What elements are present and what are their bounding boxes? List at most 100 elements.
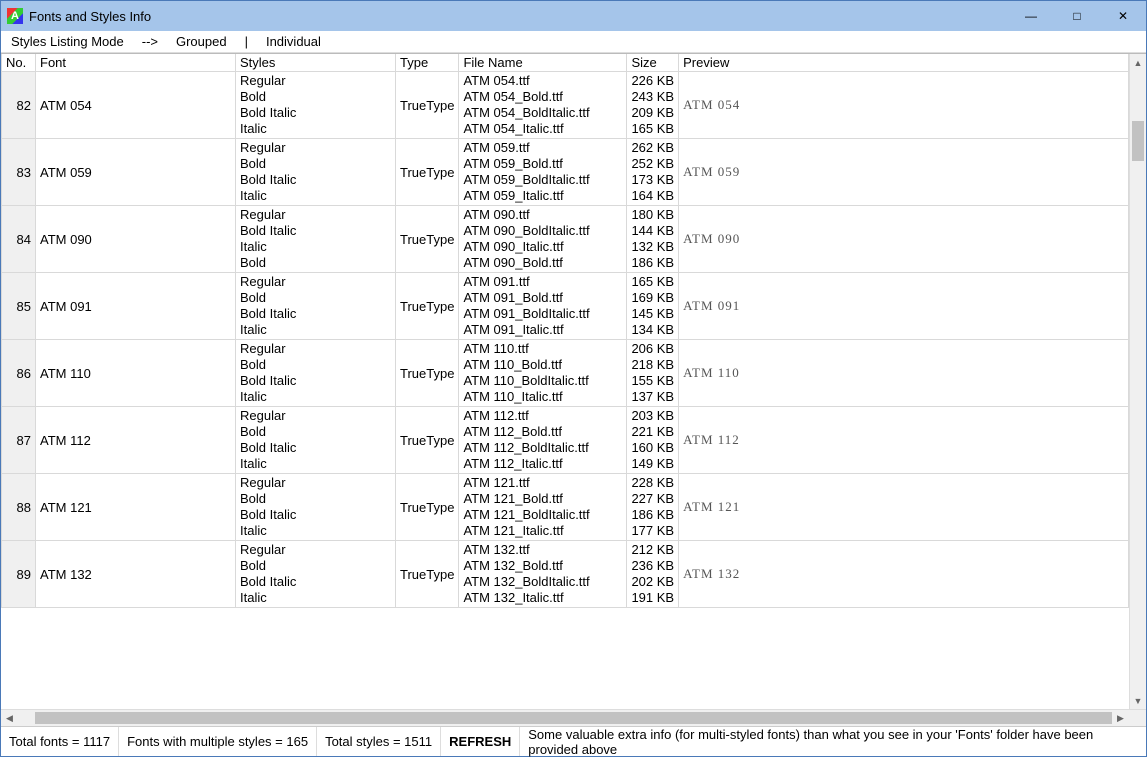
cell-no: 88 (2, 474, 36, 541)
cell-preview: ATM 091 (679, 273, 1129, 340)
cell-type: TrueType (396, 139, 459, 206)
maximize-button[interactable]: □ (1054, 1, 1100, 31)
cell-type: TrueType (396, 541, 459, 608)
cell-no: 87 (2, 407, 36, 474)
cell-filename: ATM 090.ttf ATM 090_BoldItalic.ttf ATM 0… (459, 206, 627, 273)
cell-filename: ATM 121.ttf ATM 121_Bold.ttf ATM 121_Bol… (459, 474, 627, 541)
cell-styles: Regular Bold Bold Italic Italic (236, 72, 396, 139)
table-row[interactable]: 83ATM 059Regular Bold Bold Italic Italic… (2, 139, 1129, 206)
cell-font: ATM 090 (36, 206, 236, 273)
table-row[interactable]: 86ATM 110Regular Bold Bold Italic Italic… (2, 340, 1129, 407)
col-type[interactable]: Type (396, 54, 459, 72)
cell-type: TrueType (396, 273, 459, 340)
col-styles[interactable]: Styles (236, 54, 396, 72)
menu-individual[interactable]: Individual (262, 32, 325, 51)
cell-no: 89 (2, 541, 36, 608)
refresh-button[interactable]: REFRESH (441, 727, 520, 756)
scroll-down-icon[interactable]: ▼ (1130, 692, 1146, 709)
cell-preview: ATM 112 (679, 407, 1129, 474)
cell-type: TrueType (396, 474, 459, 541)
font-table: No. Font Styles Type File Name Size Prev… (1, 54, 1129, 608)
cell-size: 228 KB 227 KB 186 KB 177 KB (627, 474, 679, 541)
cell-size: 165 KB 169 KB 145 KB 134 KB (627, 273, 679, 340)
window-title: Fonts and Styles Info (29, 9, 151, 24)
scroll-left-icon[interactable]: ◀ (1, 710, 18, 726)
scroll-corner (1129, 710, 1146, 726)
minimize-button[interactable]: — (1008, 1, 1054, 31)
cell-font: ATM 054 (36, 72, 236, 139)
cell-font: ATM 132 (36, 541, 236, 608)
cell-styles: Regular Bold Bold Italic Italic (236, 474, 396, 541)
cell-size: 226 KB 243 KB 209 KB 165 KB (627, 72, 679, 139)
scroll-track[interactable] (1130, 71, 1146, 692)
horizontal-scrollbar[interactable]: ◀ ▶ (1, 709, 1146, 726)
cell-size: 180 KB 144 KB 132 KB 186 KB (627, 206, 679, 273)
cell-preview: ATM 132 (679, 541, 1129, 608)
cell-filename: ATM 054.ttf ATM 054_Bold.ttf ATM 054_Bol… (459, 72, 627, 139)
status-total-fonts: Total fonts = 1117 (1, 727, 119, 756)
cell-preview: ATM 054 (679, 72, 1129, 139)
close-button[interactable]: ✕ (1100, 1, 1146, 31)
col-preview[interactable]: Preview (679, 54, 1129, 72)
scroll-right-icon[interactable]: ▶ (1112, 710, 1129, 726)
cell-preview: ATM 121 (679, 474, 1129, 541)
cell-font: ATM 121 (36, 474, 236, 541)
cell-size: 206 KB 218 KB 155 KB 137 KB (627, 340, 679, 407)
cell-font: ATM 110 (36, 340, 236, 407)
scroll-thumb[interactable] (1132, 121, 1144, 161)
titlebar: A Fonts and Styles Info — □ ✕ (1, 1, 1146, 31)
cell-styles: Regular Bold Bold Italic Italic (236, 541, 396, 608)
cell-no: 86 (2, 340, 36, 407)
col-filename[interactable]: File Name (459, 54, 627, 72)
cell-size: 262 KB 252 KB 173 KB 164 KB (627, 139, 679, 206)
grid-scroll-area[interactable]: No. Font Styles Type File Name Size Prev… (1, 54, 1129, 709)
cell-preview: ATM 090 (679, 206, 1129, 273)
header-row: No. Font Styles Type File Name Size Prev… (2, 54, 1129, 72)
status-multi-styles: Fonts with multiple styles = 165 (119, 727, 317, 756)
scroll-up-icon[interactable]: ▲ (1130, 54, 1146, 71)
cell-type: TrueType (396, 206, 459, 273)
cell-styles: Regular Bold Bold Italic Italic (236, 407, 396, 474)
hscroll-thumb[interactable] (35, 712, 1112, 724)
cell-no: 84 (2, 206, 36, 273)
menu-sep: | (241, 32, 252, 51)
table-row[interactable]: 88ATM 121Regular Bold Bold Italic Italic… (2, 474, 1129, 541)
cell-no: 83 (2, 139, 36, 206)
cell-size: 203 KB 221 KB 160 KB 149 KB (627, 407, 679, 474)
cell-font: ATM 091 (36, 273, 236, 340)
cell-size: 212 KB 236 KB 202 KB 191 KB (627, 541, 679, 608)
cell-styles: Regular Bold Bold Italic Italic (236, 139, 396, 206)
cell-type: TrueType (396, 72, 459, 139)
col-size[interactable]: Size (627, 54, 679, 72)
status-info: Some valuable extra info (for multi-styl… (520, 727, 1146, 756)
table-row[interactable]: 82ATM 054Regular Bold Bold Italic Italic… (2, 72, 1129, 139)
menu-grouped[interactable]: Grouped (172, 32, 231, 51)
status-total-styles: Total styles = 1511 (317, 727, 441, 756)
table-row[interactable]: 89ATM 132Regular Bold Bold Italic Italic… (2, 541, 1129, 608)
col-no[interactable]: No. (2, 54, 36, 72)
cell-no: 85 (2, 273, 36, 340)
cell-font: ATM 059 (36, 139, 236, 206)
menu-arrow: --> (138, 32, 162, 51)
table-row[interactable]: 85ATM 091Regular Bold Bold Italic Italic… (2, 273, 1129, 340)
vertical-scrollbar[interactable]: ▲ ▼ (1129, 54, 1146, 709)
hscroll-track[interactable] (18, 710, 1112, 726)
cell-filename: ATM 112.ttf ATM 112_Bold.ttf ATM 112_Bol… (459, 407, 627, 474)
cell-preview: ATM 059 (679, 139, 1129, 206)
col-font[interactable]: Font (36, 54, 236, 72)
cell-filename: ATM 110.ttf ATM 110_Bold.ttf ATM 110_Bol… (459, 340, 627, 407)
cell-no: 82 (2, 72, 36, 139)
table-row[interactable]: 84ATM 090Regular Bold Italic Italic Bold… (2, 206, 1129, 273)
cell-styles: Regular Bold Bold Italic Italic (236, 273, 396, 340)
app-icon: A (7, 8, 23, 24)
cell-filename: ATM 132.ttf ATM 132_Bold.ttf ATM 132_Bol… (459, 541, 627, 608)
cell-type: TrueType (396, 340, 459, 407)
grid-wrapper: No. Font Styles Type File Name Size Prev… (1, 53, 1146, 709)
menu-styles-listing-mode[interactable]: Styles Listing Mode (7, 32, 128, 51)
cell-styles: Regular Bold Italic Italic Bold (236, 206, 396, 273)
menubar: Styles Listing Mode --> Grouped | Indivi… (1, 31, 1146, 53)
statusbar: Total fonts = 1117 Fonts with multiple s… (1, 726, 1146, 756)
cell-preview: ATM 110 (679, 340, 1129, 407)
table-row[interactable]: 87 ATM 112 Regular Bold Bold Italic Italic… (2, 407, 1129, 474)
cell-type: TrueType (396, 407, 459, 474)
